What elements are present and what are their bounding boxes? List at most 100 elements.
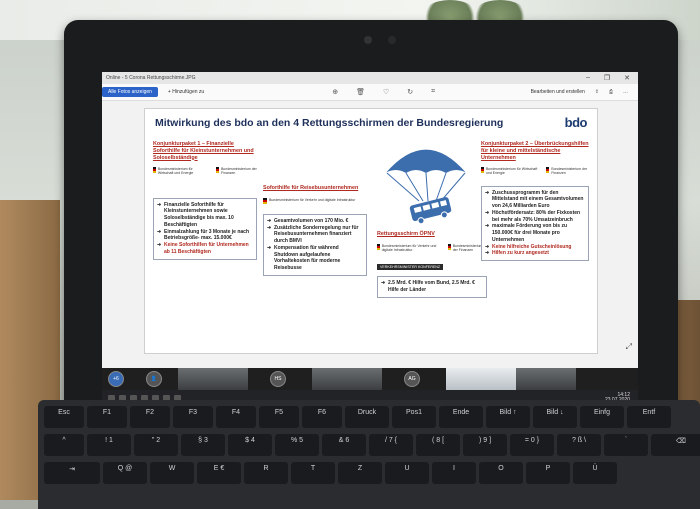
- list-item: Hilfen zu kurz angesetzt: [485, 250, 584, 257]
- key[interactable]: Ü: [573, 462, 617, 484]
- all-photos-button[interactable]: Alle Fotos anzeigen: [102, 87, 158, 97]
- key[interactable]: Bild ↑: [486, 406, 530, 428]
- key-tab[interactable]: ⇥: [44, 462, 100, 484]
- list-item: Gesamtvolumen von 170 Mio. €: [267, 218, 362, 225]
- list-item: Zusätzliche Sonderregelung nur für Reise…: [267, 225, 362, 245]
- column-reisebus: Soforthilfe für Reisebusunternehmen Bund…: [263, 185, 367, 276]
- eagle-icon: [546, 167, 550, 174]
- key[interactable]: T: [291, 462, 335, 484]
- key[interactable]: § 3: [181, 434, 225, 456]
- key[interactable]: ? ß \: [557, 434, 601, 456]
- print-icon[interactable]: ⎙: [609, 89, 613, 95]
- key[interactable]: U: [385, 462, 429, 484]
- key[interactable]: ) 9 ]: [463, 434, 507, 456]
- participant-video[interactable]: [312, 368, 382, 390]
- key[interactable]: Einfg: [580, 406, 624, 428]
- parachute-bus-illustration: [384, 148, 468, 225]
- add-to-button[interactable]: + Hinzufügen zu: [162, 87, 210, 97]
- delete-icon[interactable]: 🗑: [356, 88, 365, 96]
- maximize-icon[interactable]: ❐: [604, 74, 610, 82]
- fullscreen-icon[interactable]: ⤢: [626, 342, 632, 352]
- meeting-participant-strip: +6 👤 HS AG: [102, 368, 638, 390]
- key-backspace[interactable]: ⌫: [651, 434, 700, 456]
- participant-tile[interactable]: AG: [382, 368, 442, 390]
- column-konjunkturpaket-1: Konjunkturpaket 1 – Finanzielle Soforthi…: [153, 141, 257, 260]
- key[interactable]: & 6: [322, 434, 366, 456]
- key[interactable]: ! 1: [87, 434, 131, 456]
- key[interactable]: ( 8 [: [416, 434, 460, 456]
- rotate-icon[interactable]: ↻: [407, 88, 413, 96]
- avatar: HS: [270, 371, 286, 387]
- key[interactable]: O: [479, 462, 523, 484]
- key[interactable]: Z: [338, 462, 382, 484]
- share-icon[interactable]: ⇪: [595, 89, 599, 95]
- list-item: Kompensation für während Shutdown aufgel…: [267, 245, 362, 272]
- key[interactable]: P: [526, 462, 570, 484]
- key[interactable]: Entf: [627, 406, 671, 428]
- column-heading: Konjunkturpaket 1 – Finanzielle Soforthi…: [153, 141, 254, 161]
- key[interactable]: Ende: [439, 406, 483, 428]
- vmk-label: VERKEHRSMINISTER KONFERENZ: [377, 264, 444, 271]
- key[interactable]: W: [150, 462, 194, 484]
- column-heading: Soforthilfe für Reisebusunternehmen: [263, 185, 359, 191]
- key[interactable]: " 2: [134, 434, 178, 456]
- column-oepnv: Rettungsschirm ÖPNV Bundesministerium fü…: [377, 231, 487, 298]
- minimize-icon[interactable]: –: [586, 74, 590, 82]
- key[interactable]: E €: [197, 462, 241, 484]
- ministry-logo: Bundesministerium für Verkehr und digita…: [377, 243, 440, 252]
- tab-title: Online - 5 Corona Rettungsschirme.JPG: [106, 75, 196, 81]
- participant-tile[interactable]: 👤: [134, 368, 174, 390]
- key[interactable]: I: [432, 462, 476, 484]
- key[interactable]: $ 4: [228, 434, 272, 456]
- participant-video[interactable]: [516, 368, 576, 390]
- eagle-icon: [216, 167, 219, 174]
- key[interactable]: F4: [216, 406, 256, 428]
- slide-image: Mitwirkung des bdo an den 4 Rettungsschi…: [144, 108, 598, 354]
- key[interactable]: / 7 {: [369, 434, 413, 456]
- key[interactable]: % 5: [275, 434, 319, 456]
- zoom-icon[interactable]: ⊕: [332, 88, 338, 96]
- key[interactable]: R: [244, 462, 288, 484]
- slide-title: Mitwirkung des bdo an den 4 Rettungsschi…: [155, 117, 504, 129]
- participant-tile[interactable]: +6: [102, 368, 130, 390]
- keyboard: Esc F1 F2 F3 F4 F5 F6 Druck Pos1 Ende Bi…: [38, 400, 700, 509]
- list-item: maximale Förderung von bis zu 150.000€ f…: [485, 223, 584, 243]
- ministry-logos: Bundesministerium für Verkehr und digita…: [263, 197, 367, 204]
- participant-tile[interactable]: HS: [248, 368, 308, 390]
- list-item: Keine Soforthilfen für Unternehmen ab 11…: [157, 242, 252, 256]
- list-item: Einmalzahlung für 3 Monate je nach Betri…: [157, 229, 252, 243]
- key[interactable]: F1: [87, 406, 127, 428]
- key[interactable]: F6: [302, 406, 342, 428]
- participant-video[interactable]: [446, 368, 516, 390]
- eagle-icon: [448, 243, 451, 250]
- key[interactable]: ^: [44, 434, 84, 456]
- key[interactable]: Bild ↓: [533, 406, 577, 428]
- close-icon[interactable]: ✕: [624, 74, 630, 82]
- key[interactable]: F2: [130, 406, 170, 428]
- key[interactable]: `: [604, 434, 648, 456]
- crop-icon[interactable]: ⌗: [431, 88, 435, 96]
- key[interactable]: = 0 }: [510, 434, 554, 456]
- laptop-frame: Online - 5 Corona Rettungsschirme.JPG – …: [64, 20, 678, 416]
- photos-toolbar: Alle Fotos anzeigen + Hinzufügen zu ⊕ 🗑 …: [102, 84, 638, 101]
- key-esc[interactable]: Esc: [44, 406, 84, 428]
- key[interactable]: F5: [259, 406, 299, 428]
- key[interactable]: Q @: [103, 462, 147, 484]
- participant-video[interactable]: [178, 368, 248, 390]
- key[interactable]: F3: [173, 406, 213, 428]
- keyboard-row-numbers: ^ ! 1 " 2 § 3 $ 4 % 5 & 6 / 7 { ( 8 [ ) …: [44, 434, 700, 456]
- key[interactable]: Druck: [345, 406, 389, 428]
- key[interactable]: Pos1: [392, 406, 436, 428]
- info-box: Gesamtvolumen von 170 Mio. € Zusätzliche…: [263, 213, 367, 276]
- avatar-icon: 👤: [146, 371, 162, 387]
- more-icon[interactable]: …: [623, 89, 628, 95]
- heart-icon[interactable]: ♡: [383, 88, 389, 96]
- eagle-icon: [153, 167, 156, 174]
- list-item: Finanzielle Soforthilfe für Kleinstunter…: [157, 202, 252, 229]
- window-titlebar: Online - 5 Corona Rettungsschirme.JPG – …: [102, 72, 638, 84]
- column-konjunkturpaket-2: Konjunkturpaket 2 – Überbrückungshilfen …: [481, 141, 589, 262]
- bdo-logo: bdo: [564, 115, 588, 130]
- column-heading: Rettungsschirm ÖPNV: [377, 231, 435, 237]
- edit-create-button[interactable]: Bearbeiten und erstellen: [531, 89, 585, 95]
- ministry-logos: Bundesministerium für Wirtschaft und Ene…: [153, 167, 257, 175]
